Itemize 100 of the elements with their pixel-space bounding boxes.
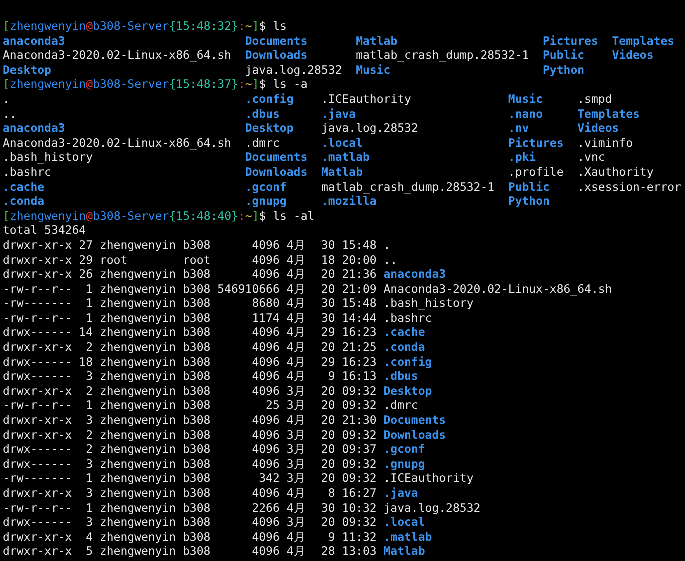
link-count: 4: [86, 530, 93, 544]
permissions: drwx------: [3, 442, 72, 457]
file-group: b308: [183, 442, 211, 457]
permissions: drwxr-xr-x: [3, 544, 72, 559]
day: 8: [328, 486, 336, 501]
file-group: b308: [183, 369, 211, 384]
file-size: 2266: [252, 500, 280, 516]
time: 09:32: [342, 471, 377, 486]
file-size: 4096: [252, 369, 280, 384]
file-name: matlab_crash_dump.28532-1: [356, 48, 530, 63]
file-size: 4096: [252, 384, 280, 398]
file-owner: zhengwenyin: [100, 340, 176, 355]
month: 4月: [286, 354, 306, 370]
directory-name: .gnupg: [384, 456, 426, 472]
directory-name: Matlab: [356, 34, 398, 48]
directory-name: Music: [356, 62, 391, 78]
link-count: 27: [79, 238, 93, 252]
time: 16:27: [342, 486, 377, 501]
file-size: 1174: [252, 310, 280, 326]
file-name: .Xauthority: [578, 164, 654, 180]
file-size: 4096: [252, 340, 280, 355]
file-size: 4096: [252, 238, 280, 252]
directory-name: Python: [543, 62, 585, 78]
directory-name: .mozilla: [321, 194, 377, 209]
time: 14:44: [342, 310, 377, 326]
directory-name: Desktop: [245, 121, 294, 136]
link-count: 14: [79, 325, 93, 340]
file-size: 4096: [252, 544, 280, 559]
file-group: root: [183, 252, 211, 268]
file-owner: zhengwenyin: [100, 267, 176, 282]
prompt-line: [zhengwenyin@b308-Server{15:48:37}:~]$ ls -a: [3, 77, 308, 92]
time: 10:32: [342, 500, 377, 516]
directory-name: .matlab: [384, 530, 432, 544]
month: 4月: [286, 296, 306, 311]
day: 30: [321, 238, 336, 252]
file-owner: zhengwenyin: [100, 296, 176, 311]
link-count: 1: [86, 310, 93, 326]
directory-name: .nv: [508, 121, 530, 136]
file-size: 4096: [252, 428, 280, 442]
directory-name: .nano: [508, 106, 544, 122]
file-owner: zhengwenyin: [100, 544, 176, 559]
file-name: Anaconda3-2020.02-Linux-x86_64.sh: [3, 48, 232, 63]
directory-name: .config: [384, 354, 432, 370]
link-count: 1: [86, 296, 93, 311]
link-count: 3: [86, 369, 93, 384]
directory-name: Matlab: [321, 164, 364, 180]
file-group: b308: [183, 486, 211, 501]
file-name: .: [3, 92, 10, 107]
directory-name: .conda: [384, 340, 426, 355]
month: 3月: [286, 428, 306, 442]
file-name: .xsession-error: [578, 180, 682, 194]
file-owner: zhengwenyin: [100, 515, 176, 530]
file-owner: zhengwenyin: [100, 310, 176, 326]
time: 09:32: [342, 456, 377, 472]
file-size: 4096: [252, 530, 280, 544]
permissions: drwxr-xr-x: [3, 530, 72, 544]
directory-name: .gnupg: [245, 194, 287, 209]
file-size: 4096: [252, 267, 280, 282]
permissions: drwxr-xr-x: [3, 384, 72, 398]
file-group: b308: [183, 500, 211, 516]
file-name: java.log.28532: [321, 121, 418, 136]
file-owner: zhengwenyin: [100, 486, 176, 501]
directory-name: anaconda3: [384, 267, 446, 282]
directory-name: Python: [508, 194, 550, 209]
permissions: -rw-r--r--: [3, 282, 72, 296]
file-size: 4096: [252, 486, 280, 501]
time: 16:23: [342, 325, 377, 340]
month: 4月: [286, 340, 306, 355]
file-owner: zhengwenyin: [100, 428, 176, 442]
directory-name: Desktop: [384, 384, 432, 398]
directory-name: Public: [508, 180, 550, 194]
permissions: drwxr-xr-x: [3, 413, 72, 428]
link-count: 2: [86, 428, 93, 442]
month: 4月: [286, 530, 306, 544]
permissions: -rw-r--r--: [3, 398, 72, 414]
directory-name: .dbus: [384, 369, 418, 384]
permissions: drwx------: [3, 354, 72, 370]
link-count: 3: [86, 456, 93, 472]
month: 3月: [286, 398, 306, 414]
time: 21:09: [342, 282, 377, 296]
file-name: .profile: [508, 164, 564, 180]
file-name: ..: [384, 252, 398, 268]
prompt-line: [zhengwenyin@b308-Server{15:48:40}:~]$ ls -al: [3, 208, 315, 224]
directory-name: .gconf: [245, 180, 287, 194]
file-owner: zhengwenyin: [100, 413, 176, 428]
month: 4月: [286, 500, 306, 516]
month: 3月: [286, 456, 306, 472]
directory-name: Public: [543, 48, 585, 63]
time: 13:03: [342, 544, 377, 559]
day: 29: [321, 325, 336, 340]
day: 20: [321, 428, 336, 442]
directory-name: .java: [321, 106, 356, 122]
file-size: 4096: [252, 442, 280, 457]
directory-name: Documents: [245, 150, 308, 165]
link-count: 3: [86, 515, 93, 530]
day: 9: [328, 530, 336, 544]
directory-name: Pictures: [543, 34, 598, 48]
directory-name: Pictures: [508, 136, 564, 150]
file-owner: zhengwenyin: [100, 325, 176, 340]
file-group: b308: [183, 238, 211, 252]
